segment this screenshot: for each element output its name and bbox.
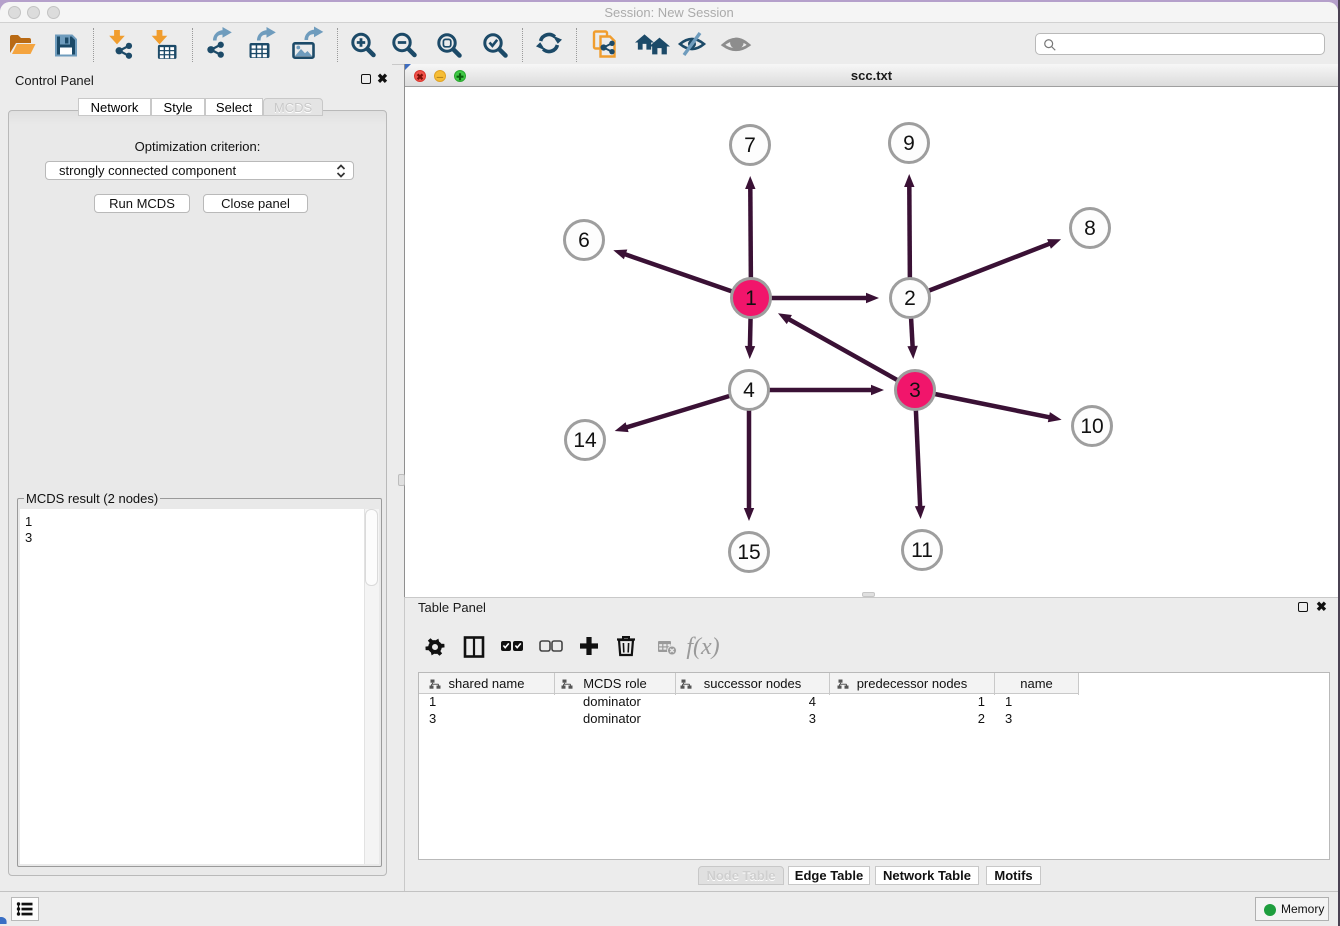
svg-text:7: 7	[744, 134, 756, 157]
svg-text:2: 2	[904, 287, 916, 310]
svg-text:10: 10	[1080, 415, 1103, 438]
svg-text:3: 3	[909, 379, 921, 402]
svg-text:6: 6	[578, 229, 590, 252]
svg-text:f(x): f(x)	[686, 634, 719, 660]
svg-text:15: 15	[737, 541, 760, 564]
svg-text:9: 9	[903, 132, 915, 155]
svg-text:8: 8	[1084, 217, 1096, 240]
svg-text:1: 1	[745, 287, 757, 310]
svg-text:4: 4	[743, 379, 755, 402]
svg-text:11: 11	[911, 539, 933, 562]
svg-text:14: 14	[573, 429, 597, 452]
